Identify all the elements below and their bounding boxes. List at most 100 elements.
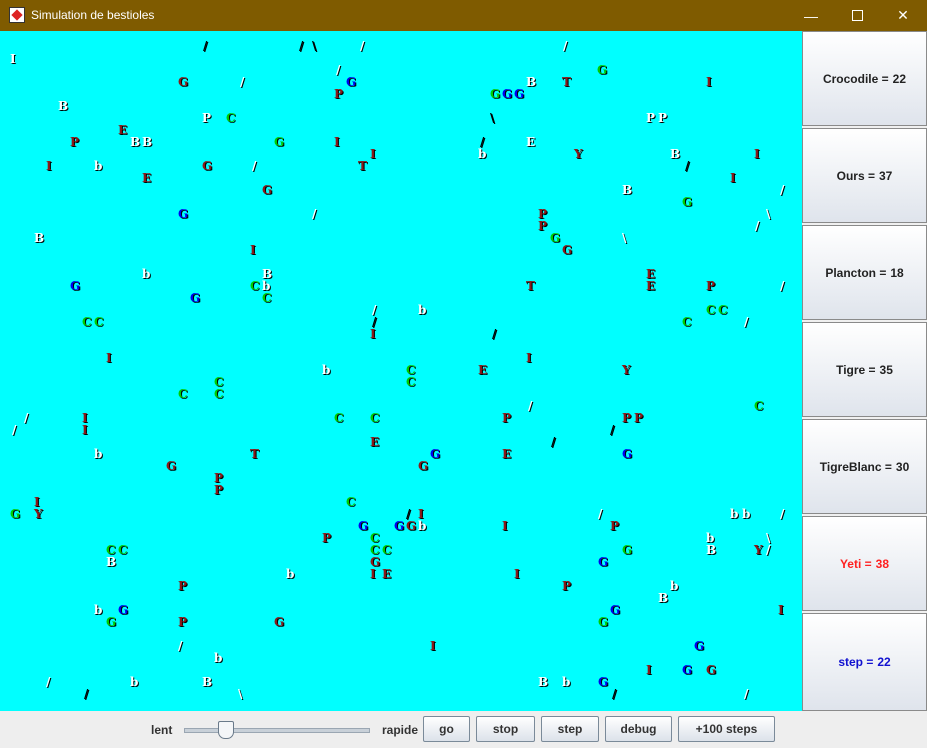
creature-172: B: [202, 675, 213, 689]
creature-173: B: [538, 675, 549, 689]
creature-123: b: [730, 507, 739, 521]
creature-36: I: [754, 147, 760, 161]
creature-49: G: [178, 207, 189, 221]
stat-label: step =: [838, 655, 874, 669]
stat-value: 22: [877, 655, 891, 669]
creature-52: \: [766, 207, 771, 221]
creature-81: I: [370, 327, 376, 341]
creature-28: G: [274, 135, 285, 149]
creature-67: E: [646, 279, 656, 293]
creature-132: P: [322, 531, 332, 545]
title-bar: Simulation de bestioles — ✕: [0, 0, 927, 31]
creature-167: I: [646, 663, 652, 677]
slow-label: lent: [151, 723, 173, 737]
creature-82: /: [492, 327, 497, 341]
window-title: Simulation de bestioles: [31, 8, 155, 22]
creature-2: /: [299, 39, 304, 53]
creature-63: G: [70, 279, 81, 293]
creature-38: b: [94, 159, 103, 173]
creature-171: b: [130, 675, 139, 689]
creature-54: /: [755, 219, 760, 233]
creature-55: B: [34, 231, 45, 245]
creature-4: /: [360, 39, 365, 53]
creature-162: G: [598, 615, 609, 629]
creature-10: G: [346, 75, 357, 89]
creature-165: G: [694, 639, 705, 653]
stat-plancton[interactable]: Plancton = 18: [802, 225, 927, 320]
plus-100-steps-button[interactable]: +100 steps: [678, 716, 775, 742]
stat-value: 38: [875, 556, 890, 571]
creature-153: b: [670, 579, 679, 593]
creature-105: E: [370, 435, 380, 449]
creature-21: \: [490, 111, 495, 125]
speed-slider-track[interactable]: [184, 728, 370, 733]
creature-83: I: [106, 351, 112, 365]
stat-tigreblanc[interactable]: TigreBlanc = 30: [802, 419, 927, 514]
creature-109: G: [430, 447, 441, 461]
creature-124: b: [742, 507, 751, 521]
stop-button[interactable]: stop: [476, 716, 535, 742]
go-button[interactable]: go: [423, 716, 470, 742]
creature-32: I: [370, 147, 376, 161]
creature-152: P: [562, 579, 572, 593]
close-icon: ✕: [897, 7, 909, 23]
creature-139: C: [382, 543, 392, 557]
creature-29: I: [334, 135, 340, 149]
creature-1: /: [203, 39, 208, 53]
creature-6: G: [597, 63, 608, 77]
creature-75: C: [718, 303, 728, 317]
creature-131: P: [610, 519, 620, 533]
stat-label: Tigre =: [836, 362, 876, 377]
creature-128: G: [406, 519, 417, 533]
stat-value: 37: [879, 168, 893, 183]
creature-22: P: [646, 111, 656, 125]
minimize-icon: —: [804, 7, 818, 24]
step-button[interactable]: step: [541, 716, 599, 742]
stat-yeti[interactable]: Yeti = 38: [802, 516, 927, 611]
creature-149: E: [382, 567, 392, 581]
creature-84: I: [526, 351, 532, 365]
creature-33: b: [478, 147, 487, 161]
control-bar: lent rapide go stop step debug +100 step…: [0, 711, 927, 748]
creature-79: C: [682, 315, 692, 329]
creature-175: G: [598, 675, 609, 689]
creature-146: G: [598, 555, 609, 569]
simulation-world[interactable]: I / / \ / / G G / / G B T I P G G G B P C \ P P E P B B G I / E Ib Y B I Ib G…: [0, 31, 802, 711]
creature-80: /: [744, 315, 749, 329]
stats-sidebar: Crocodile = 22 Ours = 37 Plancton = 18 T…: [802, 31, 927, 711]
minimize-button[interactable]: —: [788, 0, 834, 31]
creature-45: G: [262, 183, 273, 197]
creature-90: C: [406, 375, 416, 389]
creature-14: P: [334, 87, 344, 101]
stat-crocodile[interactable]: Crocodile = 22: [802, 31, 927, 126]
stat-value: 22: [892, 71, 907, 86]
stat-tigre[interactable]: Tigre = 35: [802, 322, 927, 417]
stat-ours[interactable]: Ours = 37: [802, 128, 927, 223]
close-button[interactable]: ✕: [880, 0, 926, 31]
creature-156: G: [118, 603, 129, 617]
debug-button[interactable]: debug: [605, 716, 672, 742]
creature-47: /: [780, 183, 785, 197]
creature-159: G: [106, 615, 117, 629]
creature-70: G: [190, 291, 201, 305]
creature-76: C: [82, 315, 92, 329]
stat-value: 35: [879, 362, 893, 377]
creature-140: G: [622, 543, 633, 557]
creature-137: C: [118, 543, 128, 557]
creature-163: /: [178, 639, 183, 653]
creature-64: C: [250, 279, 260, 293]
creature-141: B: [706, 543, 717, 557]
creature-103: I: [82, 423, 88, 437]
creature-12: T: [562, 75, 571, 89]
creature-18: B: [58, 99, 69, 113]
stat-step[interactable]: step = 22: [802, 613, 927, 711]
creature-129: b: [418, 519, 427, 533]
speed-slider-thumb[interactable]: [218, 721, 234, 739]
creature-39: G: [202, 159, 213, 173]
maximize-icon: [851, 10, 863, 21]
creature-0: I: [10, 52, 16, 66]
creature-97: C: [334, 411, 344, 425]
creature-68: P: [706, 279, 716, 293]
creature-20: C: [226, 111, 236, 125]
maximize-button[interactable]: [834, 0, 880, 31]
